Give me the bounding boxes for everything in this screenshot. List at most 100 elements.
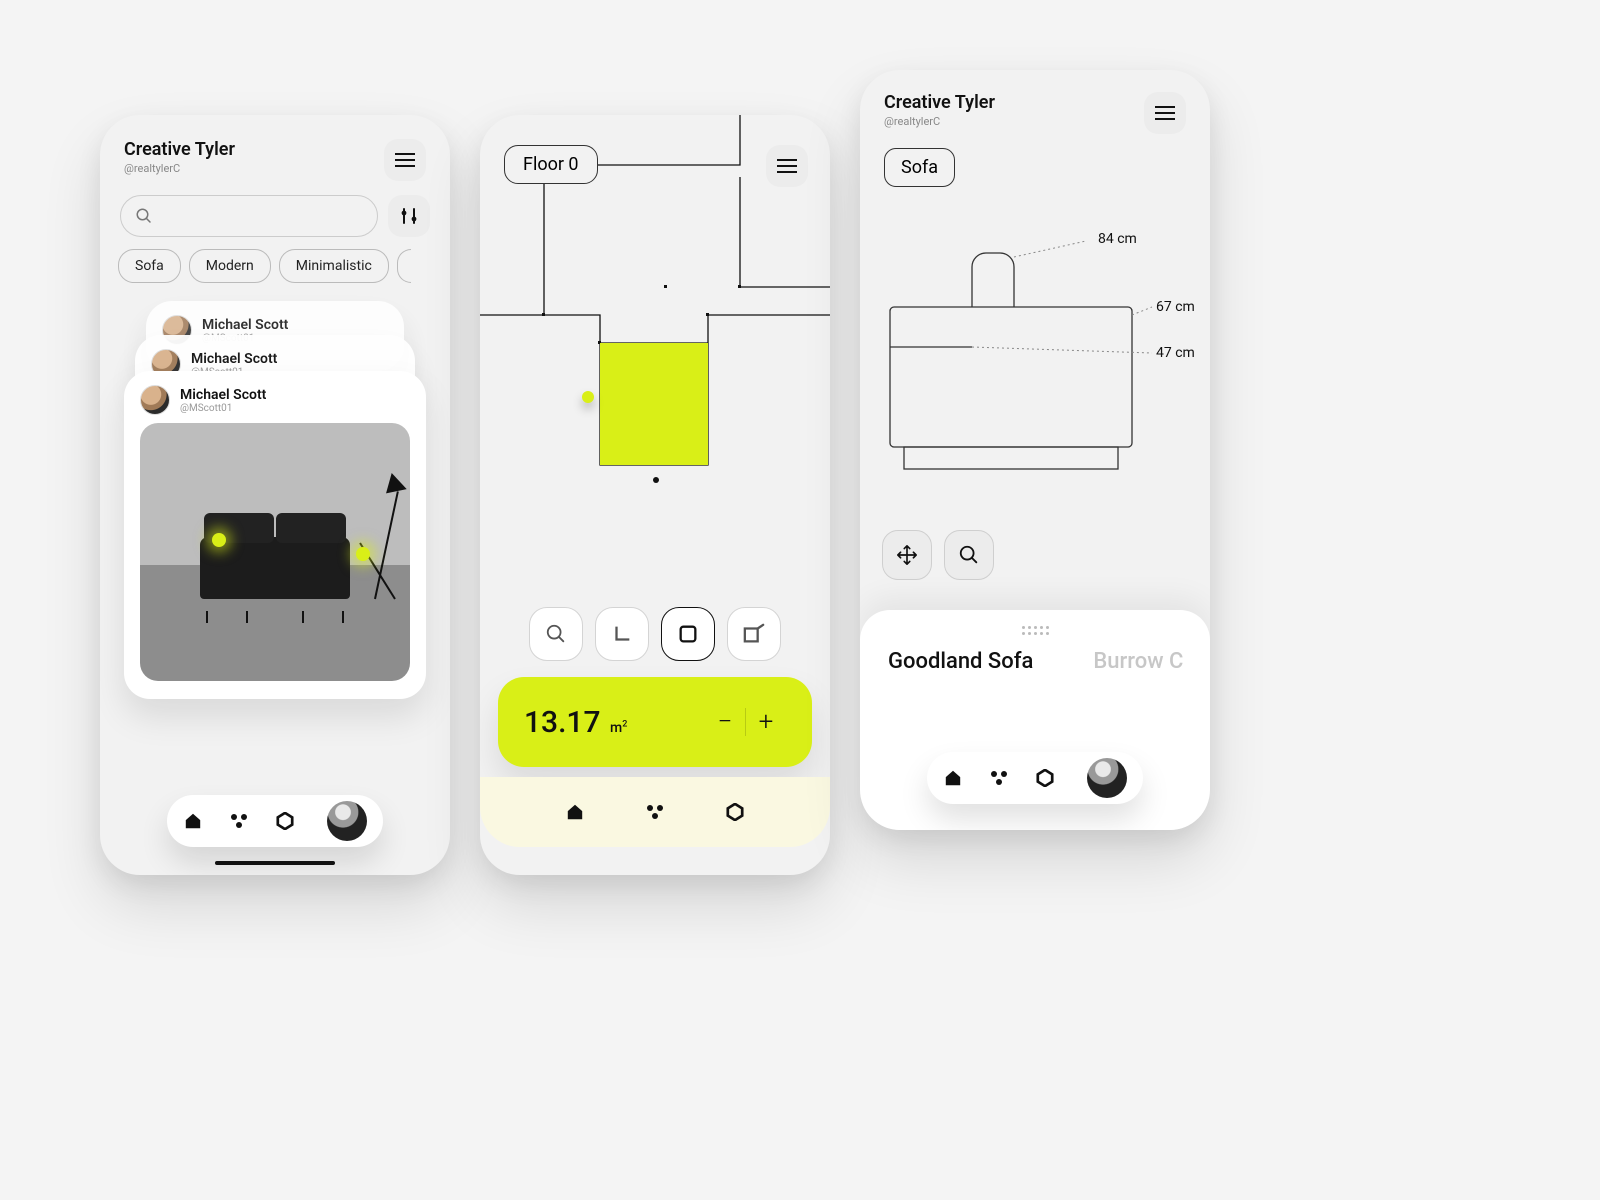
user-name: Creative Tyler <box>124 139 235 160</box>
home-icon <box>944 769 962 787</box>
avatar <box>140 385 170 415</box>
area-exp: 2 <box>622 719 627 729</box>
tool-rectangle[interactable] <box>661 607 715 661</box>
author-name: Michael Scott <box>202 317 288 333</box>
area-unit: m <box>610 720 622 736</box>
hamburger-icon <box>777 159 797 173</box>
area-plus[interactable]: + <box>746 707 786 737</box>
nav-home[interactable] <box>565 802 585 822</box>
square-icon <box>677 623 699 645</box>
home-indicator <box>215 861 335 865</box>
menu-button[interactable] <box>766 145 808 187</box>
dots-icon <box>645 804 665 820</box>
sofa-technical-icon <box>860 197 1210 527</box>
user-handle: @realtylerC <box>884 115 995 128</box>
chip-minimalistic[interactable]: Minimalistic <box>279 249 389 283</box>
author-name: Michael Scott <box>180 387 266 403</box>
screen-floorplan: Floor 0 13.17 m2 − + <box>480 115 830 875</box>
nav-group[interactable] <box>645 802 665 822</box>
product-tag[interactable]: Sofa <box>884 148 955 187</box>
room-icon <box>742 623 766 645</box>
product-item-next[interactable]: Burrow C <box>1093 649 1183 674</box>
location-marker[interactable] <box>582 391 594 403</box>
nav-profile[interactable] <box>1087 758 1127 798</box>
bottom-nav <box>480 777 830 847</box>
search-icon <box>135 207 153 225</box>
nav-home[interactable] <box>943 768 963 788</box>
hex-icon <box>1036 769 1054 787</box>
post-image[interactable] <box>140 423 410 681</box>
move-icon <box>896 544 918 566</box>
bottom-nav <box>927 752 1143 804</box>
selected-room[interactable] <box>600 343 708 465</box>
header: Creative Tyler @realtylerC <box>100 115 450 195</box>
hotspot-sofa[interactable] <box>212 533 226 547</box>
dimension-mid: 67 cm <box>1156 299 1195 315</box>
chip-sofa[interactable]: Sofa <box>118 249 181 283</box>
chip-row: Sofa Modern Minimalistic <box>100 249 450 301</box>
tool-row <box>480 607 830 661</box>
header: Creative Tyler @realtylerC <box>860 70 1210 148</box>
hex-icon <box>276 812 294 830</box>
nav-settings[interactable] <box>1035 768 1055 788</box>
user-block: Creative Tyler @realtylerC <box>124 139 235 175</box>
user-name: Creative Tyler <box>884 92 995 113</box>
hex-icon <box>726 803 744 821</box>
product-item-active[interactable]: Goodland Sofa <box>888 649 1033 674</box>
post-card[interactable]: Michael Scott @MScott01 <box>124 371 426 699</box>
area-value: 13.17 m2 <box>524 705 627 740</box>
hamburger-icon <box>395 153 415 167</box>
dots-icon <box>989 770 1009 786</box>
tool-move[interactable] <box>882 530 932 580</box>
menu-button[interactable] <box>384 139 426 181</box>
nav-group[interactable] <box>989 768 1009 788</box>
current-position-icon <box>653 477 659 483</box>
dimension-top: 84 cm <box>1098 231 1137 247</box>
chip-more[interactable] <box>397 249 411 283</box>
area-minus[interactable]: − <box>705 707 745 737</box>
nav-profile[interactable] <box>327 801 367 841</box>
hotspot-lamp[interactable] <box>356 547 370 561</box>
card-stack: Michael Scott @MScott01 Michael Scott @M… <box>100 301 450 741</box>
author-handle: @MScott01 <box>180 403 266 414</box>
search-icon <box>545 623 567 645</box>
hamburger-icon <box>1155 106 1175 120</box>
tool-room[interactable] <box>727 607 781 661</box>
tool-corner[interactable] <box>595 607 649 661</box>
nav-settings[interactable] <box>275 811 295 831</box>
nav-group[interactable] <box>229 811 249 831</box>
bottom-nav <box>167 795 383 847</box>
user-handle: @realtylerC <box>124 162 235 175</box>
tool-row <box>882 530 994 580</box>
area-number: 13.17 <box>524 705 601 740</box>
sliders-icon <box>400 207 418 225</box>
nav-home[interactable] <box>183 811 203 831</box>
chip-modern[interactable]: Modern <box>189 249 271 283</box>
screen-product: Creative Tyler @realtylerC Sofa 84 cm 67… <box>860 70 1210 830</box>
home-icon <box>566 803 584 821</box>
floorplan-canvas[interactable] <box>480 115 830 595</box>
nav-settings[interactable] <box>725 802 745 822</box>
floor-label[interactable]: Floor 0 <box>504 145 598 184</box>
search-icon <box>958 544 980 566</box>
spec-drawing[interactable]: 84 cm 67 cm 47 cm <box>860 197 1210 527</box>
tool-search[interactable] <box>529 607 583 661</box>
area-card: 13.17 m2 − + <box>498 677 812 767</box>
search-input[interactable] <box>120 195 378 237</box>
search-row <box>100 195 450 249</box>
dots-icon <box>229 813 249 829</box>
filter-button[interactable] <box>388 195 430 237</box>
screen-feed: Creative Tyler @realtylerC Sofa Modern M… <box>100 115 450 875</box>
bottom-sheet[interactable]: Goodland Sofa Burrow C <box>860 610 1210 830</box>
corner-icon <box>611 623 633 645</box>
tool-search[interactable] <box>944 530 994 580</box>
home-icon <box>184 812 202 830</box>
sofa-illustration <box>200 537 350 599</box>
area-stepper: − + <box>705 707 786 737</box>
author-name: Michael Scott <box>191 351 277 367</box>
product-carousel[interactable]: Goodland Sofa Burrow C <box>860 649 1210 674</box>
menu-button[interactable] <box>1144 92 1186 134</box>
dimension-low: 47 cm <box>1156 345 1195 361</box>
drag-handle-icon[interactable] <box>1020 626 1050 635</box>
user-block: Creative Tyler @realtylerC <box>884 92 995 128</box>
